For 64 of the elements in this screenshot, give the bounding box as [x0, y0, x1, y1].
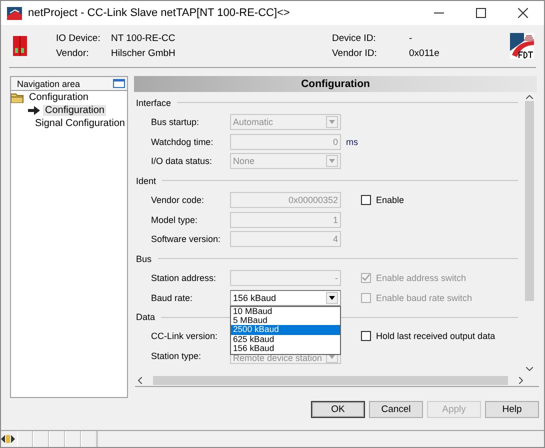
checkbox-label: Enable address switch: [376, 272, 466, 283]
field-label: Station type:: [150, 351, 202, 362]
check-icon: [362, 274, 370, 282]
maximize-icon: [476, 8, 486, 18]
dropdown[interactable]: 156 kBaud: [230, 290, 341, 306]
dropdown-option[interactable]: 2500 kBaud: [231, 325, 340, 335]
field-value: Hilscher GmbH: [111, 48, 176, 59]
scroll-right-icon: [519, 376, 523, 384]
status-cell: [65, 431, 81, 447]
field-label: Bus startup:: [150, 116, 200, 127]
close-icon: [518, 8, 528, 18]
field-value: 0x011e: [409, 48, 440, 59]
dialog-button[interactable]: Cancel: [369, 401, 423, 418]
scroll-up-icon: [526, 95, 533, 99]
device-icon: [13, 36, 27, 56]
caret-icon: [329, 120, 335, 124]
dropdown-option[interactable]: 625 kBaud: [231, 334, 340, 344]
field-label: Vendor ID:: [332, 48, 378, 59]
field-label: Vendor:: [56, 48, 90, 59]
caret-icon: [329, 159, 335, 164]
logo-icon: [510, 33, 534, 59]
field-label: Vendor code:: [150, 194, 206, 205]
checkbox-label: Enable baud rate switch: [376, 292, 472, 303]
checkbox-label: Hold last received output data: [376, 331, 496, 342]
arrow-icon: [28, 106, 40, 115]
checkbox[interactable]: [361, 331, 371, 342]
field-label: Software version:: [150, 234, 222, 244]
field-label: Watchdog time:: [150, 136, 214, 147]
status-cell: [49, 431, 65, 447]
panel-title: Configuration: [301, 78, 370, 90]
scroll-down-icon: [526, 367, 533, 371]
dropdown-option[interactable]: 5 MBaud: [231, 316, 340, 326]
field-value: -: [409, 33, 414, 44]
section-title: Bus: [136, 254, 152, 264]
field-value: NT 100-RE-CC: [111, 33, 176, 44]
app-icon: [7, 6, 22, 20]
folder-icon: [11, 92, 24, 102]
dropdown-option[interactable]: 10 MBaud: [231, 306, 340, 316]
dialog-button[interactable]: OK: [311, 401, 365, 418]
field-label: Device ID:: [332, 33, 377, 44]
tree-item[interactable]: Signal Configuration: [32, 118, 127, 129]
section-title: Data: [136, 312, 156, 322]
status-cell: [17, 431, 33, 447]
field-label: Model type:: [150, 214, 199, 225]
checkbox-label: Enable: [376, 194, 404, 205]
tree-item[interactable]: Configuration: [27, 92, 90, 103]
panel-title: Navigation area: [17, 78, 80, 88]
vertical-scrollbar[interactable]: [524, 92, 535, 374]
status-cell: [81, 431, 97, 447]
field-label: I/O data status:: [150, 156, 214, 166]
section-title: Interface: [136, 98, 172, 108]
dialog-button[interactable]: Help: [485, 401, 539, 418]
unit-label: ms: [346, 136, 358, 147]
field-label: Baud rate:: [150, 292, 194, 303]
field-label: CC-Link version:: [150, 331, 219, 342]
tree-item[interactable]: Configuration: [43, 105, 106, 116]
status-cell: [33, 431, 49, 447]
connection-icon: [1, 434, 15, 444]
field-label: IO Device:: [56, 33, 102, 44]
caret-icon: [329, 296, 335, 300]
section-title: Ident: [136, 176, 156, 186]
scroll-left-icon: [138, 376, 142, 384]
window-title: netProject - CC-Link Slave netTAP[NT 100-RE-CC]<>: [28, 7, 291, 19]
field-label: Station address:: [150, 272, 218, 283]
